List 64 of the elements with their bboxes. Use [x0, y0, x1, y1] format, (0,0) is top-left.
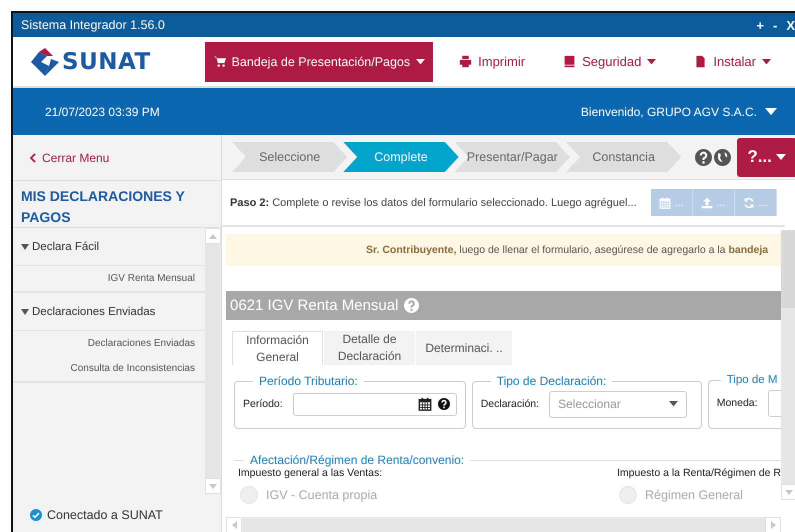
form-title: 0621 IGV Renta Mensual — [230, 297, 398, 314]
menu-button[interactable]: Seguridad — [551, 42, 668, 82]
group-legend: Período Tributario: — [253, 374, 364, 388]
printer-icon — [459, 55, 472, 68]
sidebar-item[interactable]: Consulta de Inconsistencias — [70, 363, 195, 374]
logo-text: SUNAT — [62, 48, 151, 74]
menu-button[interactable]: Instalar — [682, 42, 783, 82]
window-control[interactable]: - — [772, 18, 778, 32]
connection-status: Conectado a SUNAT — [47, 508, 163, 522]
user-menu[interactable]: Bienvenido, GRUPO AGV S.A.C. — [574, 104, 783, 120]
field-label: Período: — [243, 398, 283, 410]
calendar-icon — [659, 196, 672, 208]
scroll-arrow-icon[interactable] — [232, 521, 236, 529]
calendar-icon — [418, 397, 432, 411]
sidebar-title: MIS DECLARACIONES Y PAGOS — [13, 181, 221, 228]
sidebar-item[interactable]: Declaraciones Enviadas — [88, 338, 195, 349]
caret-icon — [765, 108, 777, 116]
help-icon — [695, 148, 712, 166]
group-legend: Tipo de Declaración: — [490, 374, 612, 388]
step-tab[interactable]: Seleccione — [232, 142, 348, 172]
help-icon — [438, 398, 450, 410]
cart-icon — [212, 55, 226, 68]
caret-icon — [776, 154, 786, 160]
sidebar-item[interactable]: IGV Renta Mensual — [108, 273, 195, 284]
logo-icon — [30, 46, 60, 76]
field-label: Impuesto general a las Ventas: — [238, 467, 384, 479]
scroll-arrow-icon[interactable] — [209, 234, 217, 238]
upload-icon — [701, 196, 714, 208]
field-label: Declaración: — [480, 398, 540, 410]
form-tab[interactable]: Información General — [232, 331, 323, 365]
scrollbar[interactable] — [781, 230, 795, 500]
step-tab[interactable]: Presentar/Pagar — [454, 142, 570, 172]
scrollbar[interactable] — [226, 517, 781, 532]
field-label: Moneda: — [716, 397, 758, 409]
file-icon — [694, 55, 708, 68]
caret-icon — [669, 401, 678, 407]
menu-button[interactable]: Imprimir — [447, 42, 538, 82]
form-tab[interactable]: Detalle de Declaración — [324, 331, 415, 365]
scroll-arrow-icon[interactable] — [770, 521, 776, 529]
chevron-left-icon — [30, 152, 36, 162]
group-legend: Tipo de M — [720, 374, 781, 386]
group-legend: Afectación/Régimen de Renta/convenio: — [244, 453, 470, 467]
date-time: 21/07/2023 03:39 PM — [45, 104, 161, 118]
caret-icon — [21, 244, 29, 250]
help-menu-button[interactable]: ?... — [737, 138, 795, 176]
scrollbar[interactable] — [205, 228, 221, 494]
date-field[interactable] — [292, 392, 457, 416]
caret-icon — [21, 308, 29, 314]
menu-button[interactable]: Bandeja de Presentación/Pagos — [204, 42, 434, 82]
field-label: Impuesto a la Renta/Régimen de R — [616, 467, 781, 479]
help-icon[interactable] — [404, 298, 420, 313]
refresh-icon — [743, 196, 756, 208]
window-control[interactable]: + — [756, 18, 764, 32]
check-icon — [30, 509, 42, 521]
scroll-arrow-icon[interactable] — [209, 484, 217, 488]
step-instructions: Paso 2: Complete o revise los datos del formulario seleccionado. Luego agréguel... — [230, 196, 638, 208]
notice-banner: Sr. Contribuyente, luego de llenar el formulario, asegúrese de agregarlo a la bandeja — [226, 234, 781, 266]
scroll-arrow-icon[interactable] — [785, 490, 793, 494]
form-tab[interactable]: Determinaci. .. — [416, 331, 512, 365]
book-icon — [563, 55, 576, 68]
close-menu-link[interactable]: Cerrar Menu — [13, 135, 221, 181]
window-control[interactable]: X — [786, 18, 795, 32]
step-tab[interactable]: Constancia — [566, 142, 682, 172]
window-title: Sistema Integrador 1.56.0 — [21, 18, 166, 32]
